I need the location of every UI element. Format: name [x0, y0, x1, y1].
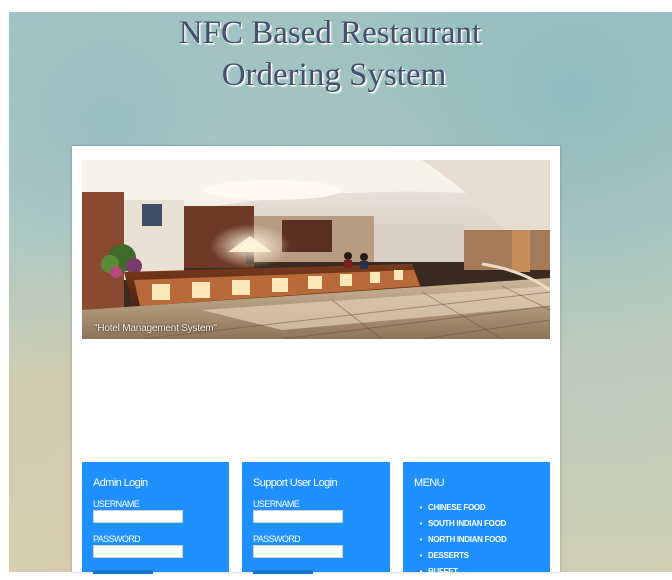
- menu-item-north-indian-food[interactable]: • NORTH INDIAN FOOD: [414, 532, 507, 548]
- support-login-button[interactable]: [253, 570, 313, 574]
- banner-caption: "Hotel Management System": [94, 323, 217, 334]
- menu-item-south-indian-food[interactable]: • SOUTH INDIAN FOOD: [414, 516, 506, 532]
- menu-item-label: DESSERTS: [428, 551, 469, 560]
- admin-username-label: USERNAME: [93, 499, 140, 509]
- admin-login-title: Admin Login: [93, 477, 148, 489]
- support-username-label: USERNAME: [253, 499, 300, 509]
- bullet-icon: •: [419, 521, 423, 528]
- admin-username-input[interactable]: [93, 510, 183, 523]
- admin-login-button[interactable]: [93, 570, 153, 574]
- support-username-input[interactable]: [253, 510, 343, 523]
- menu-item-label: CHINESE FOOD: [428, 503, 486, 512]
- site-title: NFC Based Restaurant Ordering System: [0, 12, 672, 96]
- admin-password-input[interactable]: [93, 545, 183, 558]
- menu-panel: MENU • CHINESE FOOD • SOUTH INDIAN FOOD • N…: [403, 462, 550, 576]
- support-password-label: PASSWORD: [253, 534, 301, 544]
- admin-password-label: PASSWORD: [93, 534, 141, 544]
- menu-list: • CHINESE FOOD • SOUTH INDIAN FOOD • NORTH …: [414, 500, 507, 580]
- admin-login-panel: Admin Login USERNAME PASSWORD: [82, 462, 229, 574]
- menu-item-chinese-food[interactable]: • CHINESE FOOD: [414, 500, 506, 516]
- menu-item-buffet[interactable]: • BUFFET: [414, 564, 506, 580]
- support-login-title: Support User Login: [253, 477, 338, 489]
- bullet-icon: •: [419, 537, 423, 544]
- support-login-panel: Support User Login USERNAME PASSWORD: [242, 462, 390, 574]
- menu-item-desserts[interactable]: • DESSERTS: [414, 548, 506, 564]
- bullet-icon: •: [419, 569, 423, 576]
- main-panel: "Hotel Management System" Admin Login US…: [72, 146, 560, 576]
- site-title-line-1: NFC Based Restaurant: [178, 15, 482, 51]
- menu-title: MENU: [414, 477, 445, 489]
- hotel-lobby-illustration: [82, 160, 550, 339]
- support-password-input[interactable]: [253, 545, 343, 558]
- hotel-lobby-banner-image: "Hotel Management System": [82, 160, 550, 339]
- bullet-icon: •: [419, 505, 423, 512]
- site-title-line-2: Ordering System: [221, 57, 447, 93]
- menu-item-label: SOUTH INDIAN FOOD: [428, 519, 507, 528]
- menu-item-label: NORTH INDIAN FOOD: [428, 535, 507, 544]
- bullet-icon: •: [419, 553, 423, 560]
